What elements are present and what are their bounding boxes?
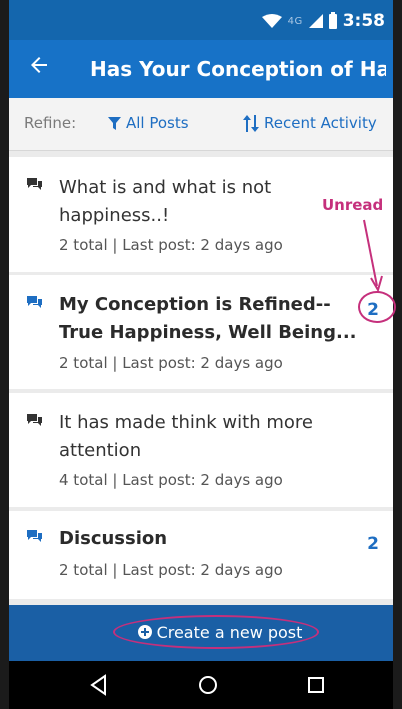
network-type: 4G [287, 15, 303, 27]
post-meta: 4 total | Last post: 2 days ago [59, 471, 283, 489]
status-icons: 4G 3:58 [261, 11, 385, 31]
bottom-bar: Create a new post [9, 605, 393, 661]
post-item[interactable]: What is and what is not happiness..! 2 to… [9, 157, 393, 272]
android-nav-bar [9, 661, 393, 709]
chat-bubbles-icon [27, 530, 42, 542]
post-title: It has made think with more attention [59, 412, 313, 461]
unread-annotation-label: Unread [322, 196, 384, 214]
plus-circle-icon [137, 625, 152, 639]
refine-label: Refine: [24, 114, 77, 132]
create-post-button[interactable]: Create a new post [119, 613, 321, 651]
unread-count-badge: 2 [367, 534, 379, 554]
back-arrow-icon[interactable] [27, 53, 51, 77]
post-title: What is and what is not happiness..! [59, 177, 272, 226]
recents-square-icon[interactable] [304, 673, 328, 697]
post-item[interactable]: Discussion 2 total | Last post: 2 days a… [9, 511, 393, 599]
sort-icon [243, 114, 259, 132]
signal-icon [308, 14, 323, 28]
wifi-icon [261, 14, 282, 28]
filter-icon [108, 116, 121, 130]
sort-button[interactable]: Recent Activity [243, 114, 377, 132]
post-item[interactable]: It has made think with more attention 4 t… [9, 393, 393, 507]
chat-bubbles-icon [27, 414, 42, 426]
post-title: Discussion [59, 528, 168, 549]
refine-bar: Refine: All Posts Recent Activity [9, 98, 393, 151]
app-bar: Has Your Conception of Ha... [9, 40, 393, 98]
chat-bubbles-icon [27, 178, 42, 190]
sort-label: Recent Activity [264, 114, 377, 132]
home-circle-icon[interactable] [196, 673, 220, 697]
post-title: My Conception is Refined-- True Happiness… [59, 294, 357, 343]
page-title: Has Your Conception of Ha... [90, 57, 386, 81]
filter-button[interactable]: All Posts [108, 114, 189, 132]
filter-label: All Posts [126, 114, 189, 132]
clock: 3:58 [342, 11, 385, 31]
annotation-circle [358, 291, 396, 323]
annotation-arrow [363, 219, 383, 292]
post-item[interactable]: My Conception is Refined-- True Happiness… [9, 275, 393, 389]
post-meta: 2 total | Last post: 2 days ago [59, 236, 283, 254]
chat-bubbles-icon [27, 296, 42, 308]
create-post-label: Create a new post [156, 622, 303, 642]
post-meta: 2 total | Last post: 2 days ago [59, 561, 283, 579]
status-bar: 4G 3:58 [9, 0, 393, 40]
post-meta: 2 total | Last post: 2 days ago [59, 354, 283, 372]
back-triangle-icon[interactable] [87, 673, 111, 697]
battery-icon [328, 11, 337, 29]
